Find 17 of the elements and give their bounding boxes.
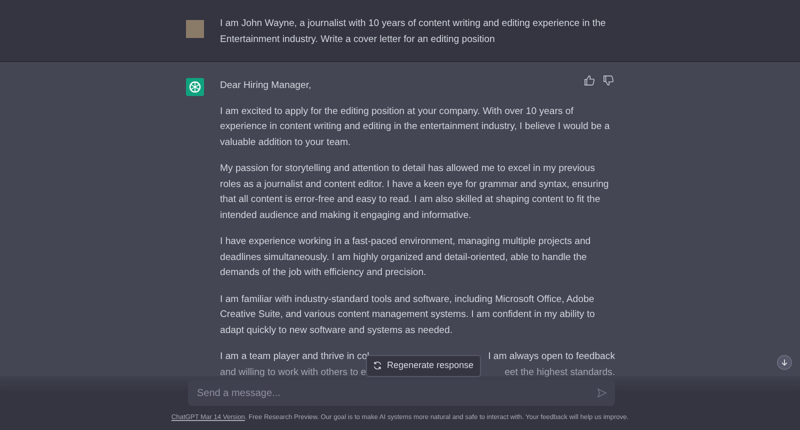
thumbs-down-icon[interactable] [603, 75, 614, 86]
response-paragraph: My passion for storytelling and attention to detail has allowed me to excel in my previous roles as a journalist and content editor. I have a keen eye for grammar and syntax, ensuring that all content is error-free and easy to read. I am also skilled at shaping content to fit the intended audience and making it engaging and informative. [220, 162, 610, 222]
response-paragraph: I am familiar with industry-standard tools and software, including Microsoft Office, Adobe Creative Suite, and various content management systems. I am confident in my ability to adapt quickly to new software and systems as needed. [220, 292, 596, 338]
regenerate-response-button[interactable]: Regenerate response [366, 355, 481, 376]
greeting-text: Dear Hiring Manager, [220, 79, 312, 93]
assistant-logo-icon [186, 78, 204, 96]
user-avatar [186, 20, 204, 38]
response-text-fragment: and willing to work with others to e [220, 366, 366, 380]
response-text-fragment: eet the highest standards. [504, 366, 615, 380]
message-input[interactable]: Send a message... [188, 380, 615, 406]
thumbs-up-icon[interactable] [584, 75, 595, 86]
response-text-fragment: I am always open to feedback [488, 350, 615, 364]
refresh-icon [373, 361, 382, 370]
arrow-down-icon [781, 359, 788, 366]
response-paragraph: I have experience working in a fast-paced environment, managing multiple projects and deadlines simultaneously. I am highly organized and detail-oriented, able to handle the demands of the job with efficiency and precision. [220, 235, 592, 280]
response-paragraph: I am excited to apply for the editing position at your company. With over 10 years of experience in content writing and editing in the entertainment industry, I believe I would be a valuable addition to your team. [220, 104, 611, 150]
user-message: I am John Wayne, a journalist with 10 years of content writing and editing experience in the Entertainment industry. Write a cover letter for an editing position [220, 17, 607, 46]
